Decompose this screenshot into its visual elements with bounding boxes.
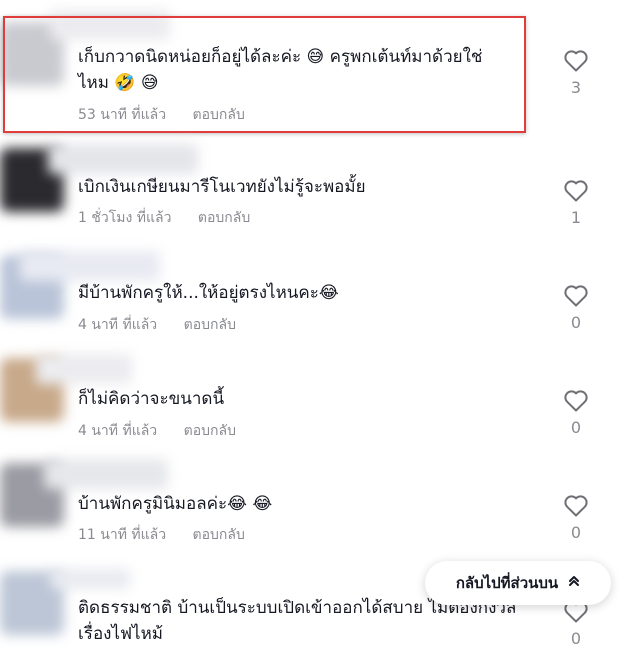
heart-icon: [564, 495, 588, 517]
username-blurred: [50, 569, 130, 589]
comment-text: ก็ไม่คิดว่าจะขนาดนี้: [78, 386, 548, 412]
like-count: 1: [570, 208, 582, 227]
like-count: 0: [570, 418, 582, 437]
comment-text-line: เรื่องไฟไหม้: [78, 624, 163, 644]
comment-item: เบิกเงินเกษียนมารีโนเวทยังไม่รู้จะพอมั้ย…: [0, 140, 622, 245]
like-count: 0: [570, 629, 582, 647]
highlight-box: [3, 16, 526, 133]
like-button[interactable]: 0: [560, 601, 592, 647]
comment-item: ก็ไม่คิดว่าจะขนาดนี้ 4 นาที ที่แล้ว ตอบก…: [0, 350, 622, 455]
comment-time: 4 นาที ที่แล้ว: [78, 423, 158, 439]
like-count: 0: [570, 523, 582, 542]
like-button[interactable]: 0: [560, 390, 592, 437]
like-count: 3: [570, 78, 582, 97]
comment-time: 4 นาที ที่แล้ว: [78, 317, 158, 333]
like-button[interactable]: 3: [560, 50, 592, 97]
reply-button[interactable]: ตอบกลับ: [184, 317, 236, 333]
comment-meta: 11 นาที ที่แล้ว ตอบกลับ: [78, 524, 245, 546]
username-blurred: [48, 144, 198, 174]
username-blurred: [20, 251, 160, 281]
comments-panel: เก็บกวาดนิดหน่อยก็อยู่ได้ละค่ะ 😅 ครูพกเต…: [0, 0, 622, 647]
comment-meta: 4 นาที ที่แล้ว ตอบกลับ: [78, 314, 236, 336]
chevron-up-double-icon: [568, 575, 580, 591]
comment-text-line: มีบ้านพักครูให้...ให้อยู่ตรงไหนคะ😂: [78, 283, 339, 303]
username-blurred: [36, 354, 132, 384]
heart-icon: [564, 180, 588, 202]
reply-button[interactable]: ตอบกลับ: [198, 210, 250, 226]
heart-icon: [564, 285, 588, 307]
comment-item: บ้านพักครูมินิมอลค่ะ😂 😂 11 นาที ที่แล้ว …: [0, 455, 622, 565]
comment-meta: 4 นาที ที่แล้ว ตอบกลับ: [78, 420, 236, 442]
back-to-top-label: กลับไปที่ส่วนบน: [455, 574, 559, 592]
heart-icon: [564, 50, 588, 72]
comment-item: มีบ้านพักครูให้...ให้อยู่ตรงไหนคะ😂 4 นาท…: [0, 245, 622, 350]
username-blurred: [44, 459, 168, 489]
like-button[interactable]: 0: [560, 285, 592, 332]
comment-time: 11 นาที ที่แล้ว: [78, 527, 167, 543]
reply-button[interactable]: ตอบกลับ: [184, 423, 236, 439]
like-count: 0: [570, 313, 582, 332]
comment-time: 1 ชั่วโมง ที่แล้ว: [78, 210, 172, 226]
comment-text-line: บ้านพักครูมินิมอลค่ะ😂 😂: [78, 494, 273, 514]
back-to-top-button[interactable]: กลับไปที่ส่วนบน: [425, 561, 611, 605]
like-button[interactable]: 1: [560, 180, 592, 227]
comment-text-line: เบิกเงินเกษียนมารีโนเวทยังไม่รู้จะพอมั้ย: [78, 177, 366, 197]
comment-text: มีบ้านพักครูให้...ให้อยู่ตรงไหนคะ😂: [78, 280, 548, 306]
comment-text-line: ก็ไม่คิดว่าจะขนาดนี้: [78, 389, 225, 409]
heart-icon: [564, 390, 588, 412]
comment-meta: 1 ชั่วโมง ที่แล้ว ตอบกลับ: [78, 207, 250, 229]
comment-text: เบิกเงินเกษียนมารีโนเวทยังไม่รู้จะพอมั้ย: [78, 174, 548, 200]
comment-text: บ้านพักครูมินิมอลค่ะ😂 😂: [78, 491, 548, 517]
like-button[interactable]: 0: [560, 495, 592, 542]
reply-button[interactable]: ตอบกลับ: [193, 527, 245, 543]
